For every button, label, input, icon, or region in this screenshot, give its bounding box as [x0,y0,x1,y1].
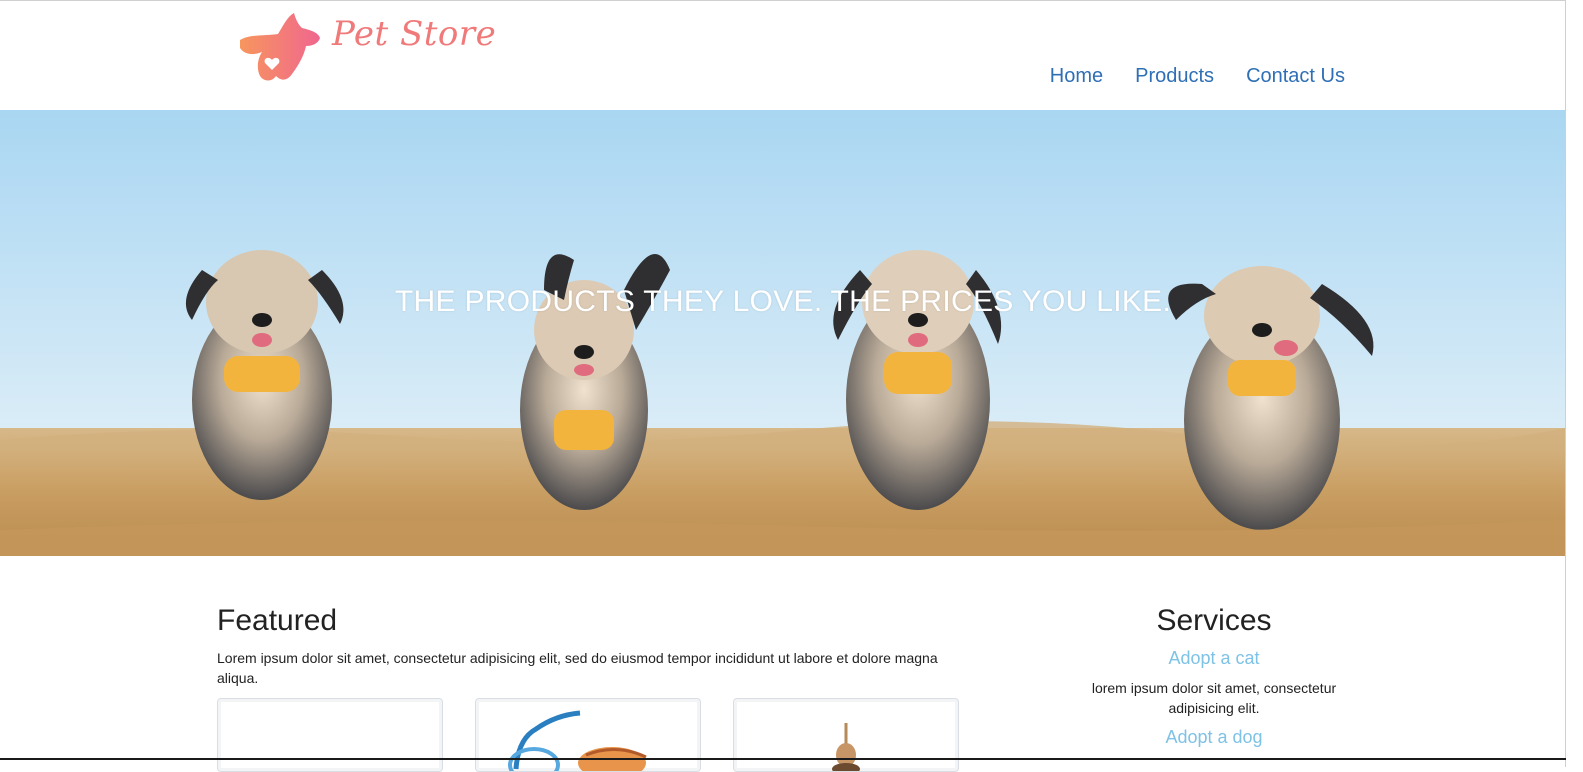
nav-products[interactable]: Products [1135,64,1214,88]
page-top-border [0,0,1566,1]
adopt-dog-link[interactable]: Adopt a dog [1064,727,1364,748]
adopt-cat-description: lorem ipsum dolor sit amet, consectetur … [1091,680,1337,716]
featured-description: Lorem ipsum dolor sit amet, consectetur … [217,650,938,686]
nav-contact-us[interactable]: Contact Us [1246,64,1345,88]
adopt-cat-link[interactable]: Adopt a cat [1064,648,1364,669]
featured-heading: Featured [217,604,338,637]
product-card-2[interactable] [475,698,701,772]
hero-title: THE PRODUCTS THEY LOVE. THE PRICES YOU L… [394,285,1172,318]
main-nav: Home Products Contact Us [1050,64,1345,88]
nav-home[interactable]: Home [1050,64,1103,88]
brand-name[interactable]: Pet Store [332,14,496,54]
product-card-3[interactable] [733,698,959,772]
product-image [832,723,860,771]
scrollbar-gutter[interactable] [1566,0,1583,767]
toy-mouse-image [508,710,647,771]
hero-image [0,110,1566,556]
hero-banner: THE PRODUCTS THEY LOVE. THE PRICES YOU L… [0,110,1566,556]
product-card-1[interactable] [217,698,443,772]
services-heading: Services [1156,604,1272,637]
window-bottom-edge [0,758,1566,760]
